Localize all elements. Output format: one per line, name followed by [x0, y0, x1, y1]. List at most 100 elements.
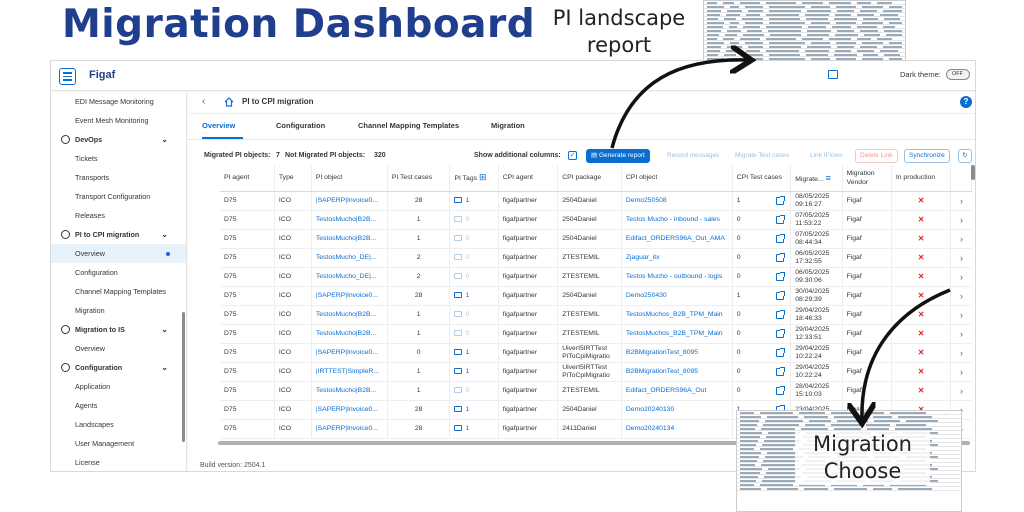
chevron-right-icon[interactable]: ›	[960, 386, 963, 396]
cpi-object-link[interactable]: B2BMigrationTest_8095	[621, 362, 733, 382]
pi-tags-cell[interactable]: 0	[449, 381, 499, 401]
pi-object-link[interactable]: |SAPERP|Invoice0...	[311, 419, 388, 439]
pi-object-link[interactable]: |SAPERP|Invoice0...	[311, 400, 388, 420]
pi-object-link[interactable]: TestosMucho|B2B...	[311, 324, 388, 344]
sidebar-item-landscapes[interactable]: Landscapes	[51, 415, 186, 434]
table-row[interactable]: D75 ICO |SAPERP|Invoice0... 0 1 figafpartner U…	[220, 343, 972, 363]
column-header-type[interactable]: Type	[274, 165, 312, 192]
pi-object-link[interactable]: TestosMucho|B2B...	[311, 229, 388, 249]
menu-icon[interactable]	[59, 68, 76, 85]
pi-object-link[interactable]: TestosMucho|B2B...	[311, 381, 388, 401]
cpi-object-link[interactable]: Zjaguar_itx	[621, 248, 733, 268]
column-header-pi-tags[interactable]: PI Tags ⊞	[449, 165, 499, 192]
sidebar-item-event-mesh-monitoring[interactable]: Event Mesh Monitoring	[51, 111, 186, 130]
delete-link-button[interactable]: Delete Link	[855, 149, 898, 163]
open-external-icon[interactable]	[776, 328, 786, 338]
cpi-object-link[interactable]: Edifact_ORDERS96A_Out	[621, 381, 733, 401]
sidebar-item-configuration[interactable]: Configuration ⌄	[51, 358, 186, 377]
pi-tags-cell[interactable]: 0	[449, 248, 499, 268]
row-navigation[interactable]: ›	[950, 324, 972, 344]
back-icon[interactable]: ‹	[202, 96, 205, 107]
chevron-right-icon[interactable]: ›	[960, 291, 963, 301]
chevron-right-icon[interactable]: ›	[960, 348, 963, 358]
open-external-icon[interactable]	[776, 290, 786, 300]
open-external-icon[interactable]	[776, 385, 786, 395]
pi-tags-cell[interactable]: 0	[449, 229, 499, 249]
column-header-pi-agent[interactable]: PI agent	[220, 165, 275, 192]
link-iflows-button[interactable]: Link IFlows	[805, 149, 848, 163]
chevron-right-icon[interactable]: ›	[960, 196, 963, 206]
pi-tags-value[interactable]: 1	[454, 406, 469, 413]
sidebar-scrollbar[interactable]	[182, 312, 185, 442]
cpi-object-link[interactable]: Demo20240130	[621, 400, 733, 420]
pi-object-link[interactable]: |SAPERP|Invoice0...	[311, 286, 388, 306]
migrate-test-cases-button[interactable]: Migrate Test cases	[730, 149, 794, 163]
pi-tags-value[interactable]: 0	[454, 254, 469, 261]
tag-filter-icon[interactable]: ⊞	[479, 172, 487, 182]
sidebar-item-transport-configuration[interactable]: Transport Configuration	[51, 187, 186, 206]
cpi-object-link[interactable]: Edifact_ORDERS96A_Out_AMA	[621, 229, 733, 249]
sidebar-item-pi-to-cpi-migration[interactable]: PI to CPI migration ⌄	[51, 225, 186, 244]
dark-theme-toggle[interactable]: OFF	[946, 69, 970, 80]
row-navigation[interactable]: ›	[950, 191, 972, 211]
pi-tags-cell[interactable]: 0	[449, 267, 499, 287]
open-external-icon[interactable]	[776, 271, 786, 281]
cpi-object-link[interactable]: Testos Mucho - outbound - logis	[621, 267, 733, 287]
open-external-icon[interactable]	[776, 214, 786, 224]
tab-configuration[interactable]: Configuration	[276, 121, 325, 130]
synchronize-button[interactable]: Synchronize	[904, 149, 950, 163]
chevron-right-icon[interactable]: ›	[960, 310, 963, 320]
pi-object-link[interactable]: TestosMucho|B2B...	[311, 210, 388, 230]
sidebar-item-license[interactable]: License	[51, 453, 186, 471]
table-row[interactable]: D75 ICO TestosMucho|B2B... 1 0 figafpartner 25…	[220, 210, 972, 230]
table-row[interactable]: D75 ICO TestosMucho_DE|... 2 0 figafpartner ZT…	[220, 267, 972, 287]
column-header-pi-object[interactable]: PI object	[311, 165, 388, 192]
sidebar-item-agents[interactable]: Agents	[51, 396, 186, 415]
cpi-object-link[interactable]: Demo250430	[621, 286, 733, 306]
pi-tags-value[interactable]: 1	[454, 197, 469, 204]
pi-tags-value[interactable]: 0	[454, 235, 469, 242]
sidebar-item-configuration[interactable]: Configuration	[51, 263, 186, 282]
sidebar-item-devops[interactable]: DevOps ⌄	[51, 130, 186, 149]
chevron-down-icon[interactable]: ⌄	[161, 130, 168, 149]
column-header-in-production[interactable]: In production	[891, 165, 952, 192]
column-header-cpi-test-cases[interactable]: CPI Test cases	[732, 165, 792, 192]
pi-tags-cell[interactable]: 0	[449, 210, 499, 230]
pi-tags-value[interactable]: 0	[454, 387, 469, 394]
chevron-right-icon[interactable]: ›	[960, 367, 963, 377]
table-row[interactable]: D75 ICO |SAPERP|Invoice0... 28 1 figafpartner…	[220, 191, 972, 211]
pi-tags-value[interactable]: 0	[454, 330, 469, 337]
row-navigation[interactable]: ›	[950, 267, 972, 287]
pi-tags-cell[interactable]: 1	[449, 191, 499, 211]
chevron-right-icon[interactable]: ›	[960, 215, 963, 225]
column-header-pi-test-cases[interactable]: PI Test cases	[387, 165, 451, 192]
show-columns-checkbox[interactable]: ✓	[568, 151, 577, 160]
sidebar-item-migration-to-is[interactable]: Migration to IS ⌄	[51, 320, 186, 339]
row-navigation[interactable]: ›	[950, 305, 972, 325]
sidebar-item-transports[interactable]: Transports	[51, 168, 186, 187]
cpi-object-link[interactable]: Testos Mucho - inbound - sales	[621, 210, 733, 230]
chevron-right-icon[interactable]: ›	[960, 329, 963, 339]
sidebar-item-channel-mapping-templates[interactable]: Channel Mapping Templates	[51, 282, 186, 301]
sidebar-item-edi-message-monitoring[interactable]: EDI Message Monitoring	[51, 92, 186, 111]
row-navigation[interactable]: ›	[950, 248, 972, 268]
cpi-object-link[interactable]: Demo20240134	[621, 419, 733, 439]
sidebar-item-user-management[interactable]: User Management	[51, 434, 186, 453]
generate-report-button[interactable]: ▤ Generate report	[586, 149, 650, 163]
column-header-cpi-object[interactable]: CPI object	[621, 165, 733, 192]
table-row[interactable]: D75 ICO TestosMucho|B2B... 1 0 figafpartner ZT…	[220, 305, 972, 325]
pi-tags-cell[interactable]: 0	[449, 305, 499, 325]
pi-tags-value[interactable]: 0	[454, 273, 469, 280]
table-row[interactable]: D75 ICO TestosMucho|B2B... 1 0 figafpartner ZT…	[220, 381, 972, 401]
row-navigation[interactable]: ›	[950, 229, 972, 249]
open-external-icon[interactable]	[776, 309, 786, 319]
help-icon[interactable]: ?	[960, 96, 972, 108]
sidebar-item-overview[interactable]: Overview	[51, 339, 186, 358]
row-navigation[interactable]: ›	[950, 362, 972, 382]
open-external-icon[interactable]	[776, 366, 786, 376]
sidebar-item-migration[interactable]: Migration	[51, 301, 186, 320]
table-row[interactable]: D75 ICO |IRTTEST|SimpleR... 1 1 figafpartner U…	[220, 362, 972, 382]
row-navigation[interactable]: ›	[950, 286, 972, 306]
sidebar-item-overview[interactable]: Overview	[51, 244, 186, 263]
column-header-cpi-agent[interactable]: CPI agent	[498, 165, 559, 192]
